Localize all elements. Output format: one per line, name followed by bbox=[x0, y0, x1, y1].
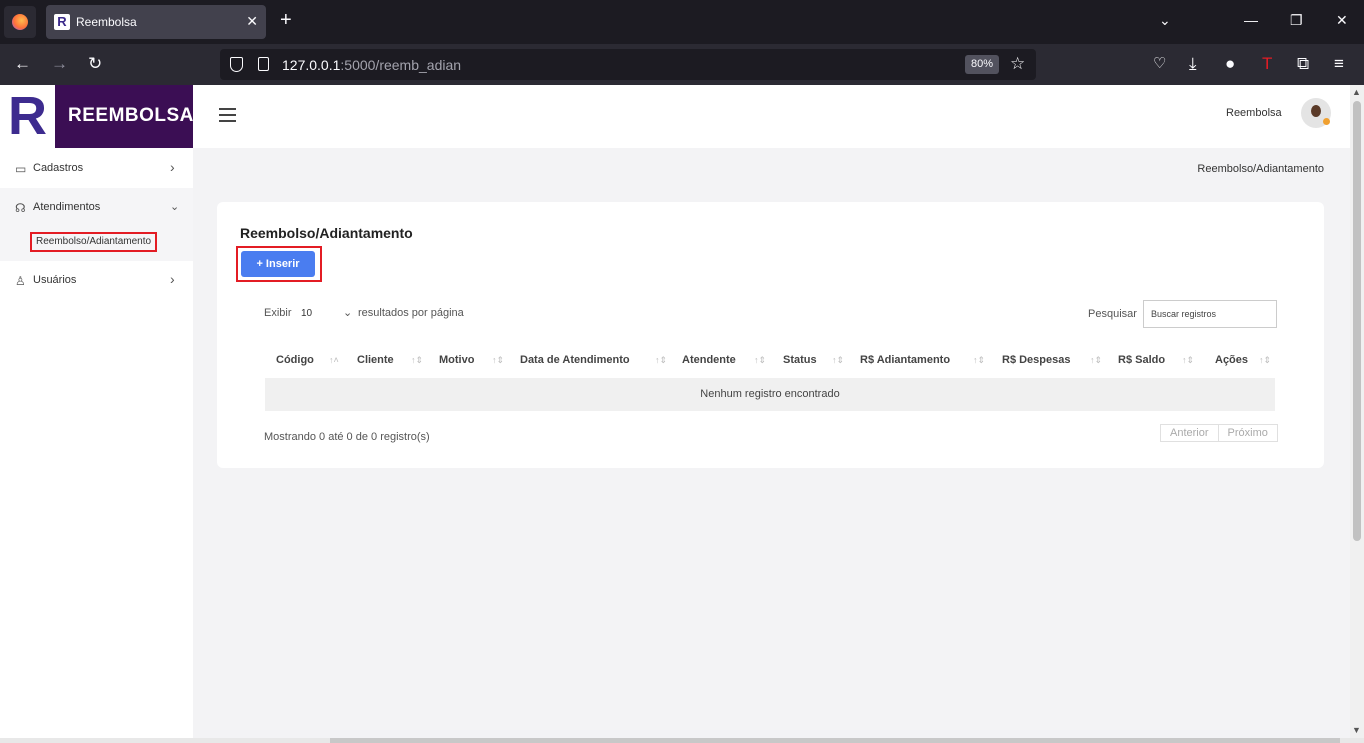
new-tab-button[interactable]: + bbox=[280, 10, 292, 30]
sort-icon[interactable]: ↑⇕ bbox=[655, 342, 667, 378]
avatar[interactable] bbox=[1301, 98, 1331, 128]
shield-icon[interactable] bbox=[230, 57, 243, 72]
chevron-down-icon: ⌄ bbox=[170, 201, 180, 213]
zoom-level[interactable]: 80% bbox=[965, 55, 1000, 74]
vertical-scrollbar[interactable]: ▲ ▼ bbox=[1350, 85, 1364, 738]
pagination: Anterior Próximo bbox=[1160, 424, 1278, 442]
sort-icon[interactable]: ↑⇕ bbox=[1182, 342, 1194, 378]
submenu-atendimentos: Reembolso/Adiantamento bbox=[0, 227, 193, 261]
scrollbar-thumb[interactable] bbox=[1353, 101, 1361, 541]
hamburger-menu-icon[interactable] bbox=[219, 108, 236, 122]
column-header-status[interactable]: Status bbox=[783, 342, 817, 378]
avatar-head bbox=[1311, 105, 1321, 117]
horizontal-scrollbar[interactable] bbox=[0, 738, 1364, 743]
headset-icon: ☊ bbox=[15, 201, 26, 215]
close-window-icon[interactable]: ✕ bbox=[1336, 12, 1348, 29]
browser-tab[interactable]: R Reembolsa ✕ bbox=[46, 5, 266, 39]
column-header-acoes[interactable]: Ações bbox=[1215, 342, 1248, 378]
page-title: Reembolso/Adiantamento bbox=[240, 225, 413, 241]
column-header-atendente[interactable]: Atendente bbox=[682, 342, 736, 378]
user-icon: ♙ bbox=[15, 274, 26, 288]
minimize-icon[interactable]: — bbox=[1244, 12, 1258, 28]
content-card: Reembolso/Adiantamento + Inserir Exibir … bbox=[217, 202, 1324, 468]
tab-title: Reembolsa bbox=[76, 15, 137, 29]
chevron-down-icon: ⌄ bbox=[343, 307, 353, 319]
web-page: R REEMBOLSA ▭ Cadastros › ☊ Atendimentos… bbox=[0, 85, 1350, 738]
browser-tab-bar: R Reembolsa ✕ + ⌄ — ❐ ✕ bbox=[0, 0, 1364, 44]
pagination-previous[interactable]: Anterior bbox=[1161, 425, 1218, 441]
url-text[interactable]: 127.0.0.1:5000/reemb_adian bbox=[282, 57, 461, 73]
insert-button-highlight: + Inserir bbox=[236, 246, 322, 282]
download-icon[interactable]: ⤓ bbox=[1189, 55, 1197, 72]
brand-logo[interactable]: R REEMBOLSA bbox=[0, 85, 193, 148]
list-tabs-icon[interactable]: ⌄ bbox=[1159, 12, 1171, 29]
star-icon[interactable]: ☆ bbox=[1010, 54, 1025, 74]
folder-icon: ▭ bbox=[15, 162, 27, 176]
info-icon[interactable]: ● bbox=[1225, 55, 1235, 72]
address-bar[interactable]: 127.0.0.1:5000/reemb_adian 80% ☆ bbox=[220, 49, 1036, 80]
sidebar-item-label: Cadastros bbox=[33, 162, 84, 174]
sort-icon[interactable]: ↑⇕ bbox=[411, 342, 423, 378]
brand-name: REEMBOLSA bbox=[68, 105, 194, 126]
browser-nav-bar: ← → ↻ 127.0.0.1:5000/reemb_adian 80% ☆ ♡… bbox=[0, 44, 1364, 85]
top-bar: Reembolsa bbox=[193, 85, 1350, 148]
extension-t-icon[interactable]: T bbox=[1262, 55, 1272, 72]
forward-icon[interactable]: → bbox=[51, 55, 68, 72]
empty-table-row: Nenhum registro encontrado bbox=[265, 378, 1275, 411]
sort-asc-icon[interactable]: ↑˄ bbox=[329, 342, 339, 378]
back-icon[interactable]: ← bbox=[14, 55, 31, 72]
column-header-adiantamento[interactable]: R$ Adiantamento bbox=[860, 342, 950, 378]
table-info: Mostrando 0 até 0 de 0 registro(s) bbox=[264, 431, 430, 443]
sidebar-item-label: Atendimentos bbox=[33, 201, 101, 213]
sidebar-subitem-reembolso-adiantamento[interactable]: Reembolso/Adiantamento bbox=[30, 232, 158, 252]
breadcrumb: Reembolso/Adiantamento bbox=[1197, 163, 1324, 175]
sidebar-item-cadastros[interactable]: ▭ Cadastros › bbox=[0, 149, 193, 188]
chevron-right-icon: › bbox=[170, 271, 175, 287]
pocket-icon[interactable]: ♡ bbox=[1153, 55, 1166, 72]
scrollbar-thumb[interactable] bbox=[330, 738, 1340, 743]
length-suffix: resultados por página bbox=[358, 307, 464, 319]
sort-icon[interactable]: ↑⇕ bbox=[492, 342, 504, 378]
length-label: Exibir bbox=[264, 307, 292, 319]
scroll-up-icon[interactable]: ▲ bbox=[1352, 87, 1361, 97]
page-length-value: 10 bbox=[301, 308, 313, 319]
column-header-cliente[interactable]: Cliente bbox=[357, 342, 394, 378]
page-icon[interactable] bbox=[258, 57, 269, 71]
close-tab-icon[interactable]: ✕ bbox=[246, 13, 258, 30]
sidebar: R REEMBOLSA ▭ Cadastros › ☊ Atendimentos… bbox=[0, 85, 193, 738]
page-length-select[interactable]: 10 ⌄ bbox=[297, 301, 357, 325]
sort-icon[interactable]: ↑⇕ bbox=[832, 342, 844, 378]
column-header-despesas[interactable]: R$ Despesas bbox=[1002, 342, 1071, 378]
chevron-right-icon: › bbox=[170, 159, 175, 175]
menu-icon[interactable]: ≡ bbox=[1334, 55, 1344, 72]
column-header-data-atendimento[interactable]: Data de Atendimento bbox=[520, 342, 630, 378]
search-label: Pesquisar bbox=[1088, 308, 1137, 320]
sidebar-item-usuarios[interactable]: ♙ Usuários › bbox=[0, 261, 193, 300]
status-dot bbox=[1323, 118, 1330, 125]
pagination-next[interactable]: Próximo bbox=[1217, 425, 1277, 441]
table-header: Código ↑˄ Cliente ↑⇕ Motivo ↑⇕ Data de A… bbox=[265, 342, 1275, 378]
sort-icon[interactable]: ↑⇕ bbox=[1090, 342, 1102, 378]
sidebar-item-atendimentos[interactable]: ☊ Atendimentos ⌄ bbox=[0, 188, 193, 227]
user-name[interactable]: Reembolsa bbox=[1226, 107, 1282, 119]
sidebar-item-label: Usuários bbox=[33, 274, 77, 286]
brand-mark: R bbox=[0, 85, 55, 148]
sort-icon[interactable]: ↑⇕ bbox=[973, 342, 985, 378]
insert-button[interactable]: + Inserir bbox=[241, 251, 315, 277]
sort-icon[interactable]: ↑⇕ bbox=[754, 342, 766, 378]
restore-icon[interactable]: ❐ bbox=[1290, 12, 1303, 29]
scroll-down-icon[interactable]: ▼ bbox=[1352, 725, 1361, 735]
firefox-icon[interactable] bbox=[4, 6, 36, 38]
search-input[interactable] bbox=[1143, 300, 1277, 328]
reload-icon[interactable]: ↻ bbox=[88, 55, 102, 72]
favicon-icon: R bbox=[54, 14, 70, 30]
column-header-saldo[interactable]: R$ Saldo bbox=[1118, 342, 1165, 378]
sort-icon[interactable]: ↑⇕ bbox=[1259, 342, 1271, 378]
column-header-motivo[interactable]: Motivo bbox=[439, 342, 474, 378]
column-header-codigo[interactable]: Código bbox=[276, 342, 314, 378]
extensions-icon[interactable]: ⧉ bbox=[1297, 55, 1309, 72]
